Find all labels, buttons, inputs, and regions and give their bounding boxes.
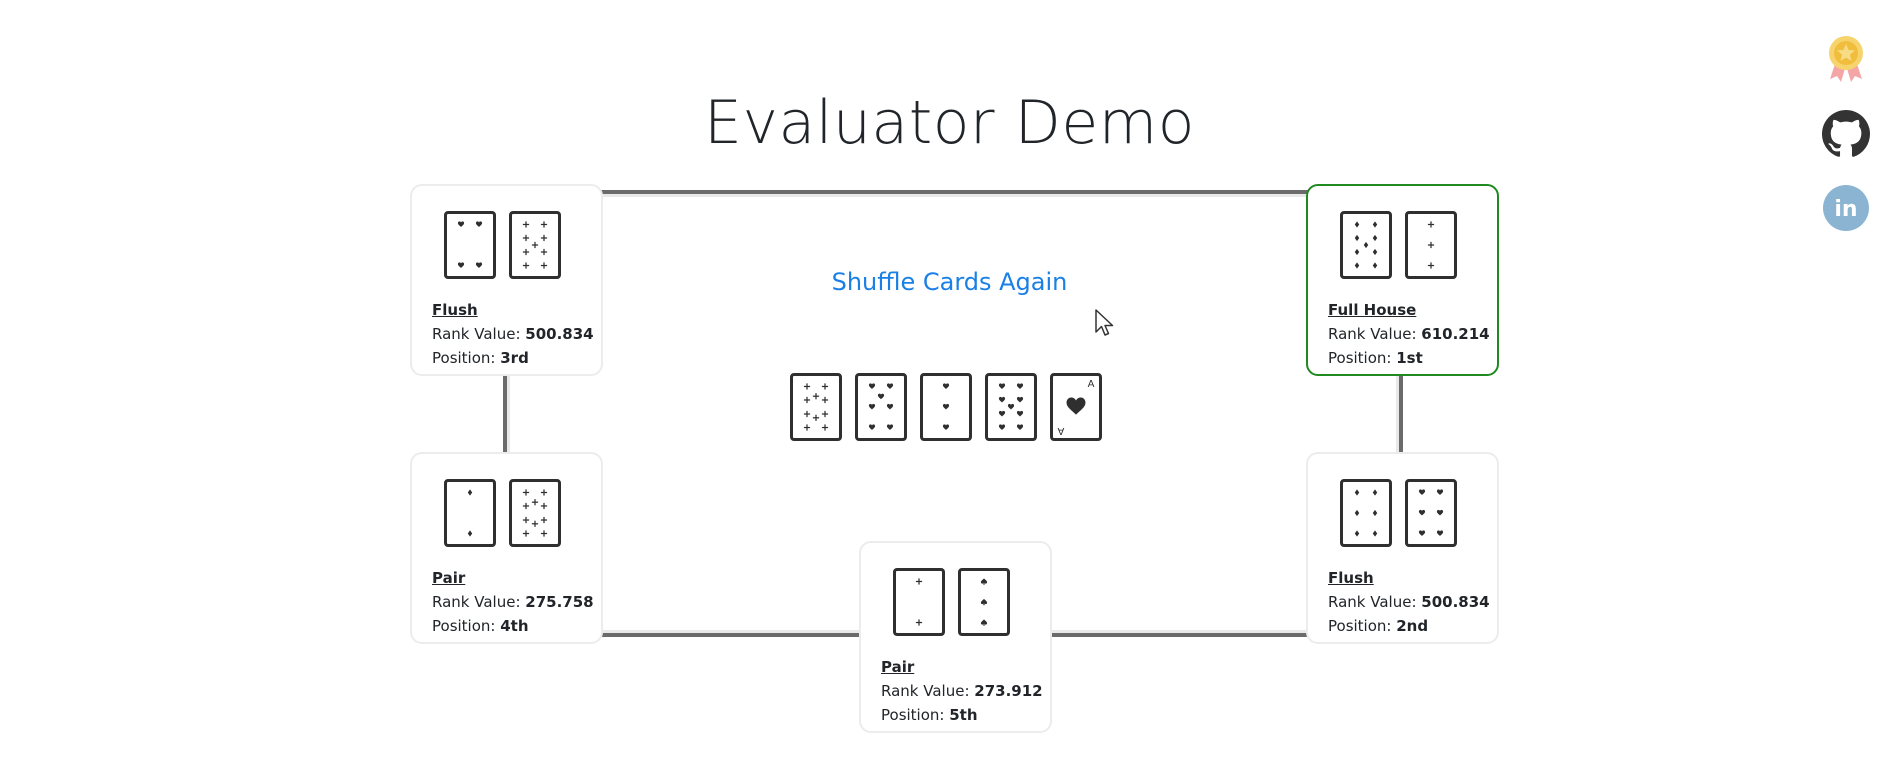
position-line: Position: 5th — [881, 703, 1043, 727]
player-hole-cards — [444, 479, 561, 547]
hole-card-2 — [958, 568, 1010, 636]
position-line: Position: 3rd — [432, 346, 594, 370]
board-card-seven-hearts — [855, 373, 907, 441]
position-label: Position: — [1328, 349, 1392, 367]
hole-card-1 — [1340, 211, 1392, 279]
hole-card-2 — [509, 211, 561, 279]
hand-name: Pair — [881, 658, 915, 676]
position-value: 2nd — [1396, 617, 1429, 635]
hand-name: Flush — [1328, 569, 1374, 587]
position-line: Position: 1st — [1328, 346, 1490, 370]
card-rank-label: A — [1057, 425, 1064, 436]
linkedin-label: in — [1834, 197, 1857, 222]
hole-card-1 — [1340, 479, 1392, 547]
player-hole-cards — [1340, 479, 1457, 547]
position-label: Position: — [432, 617, 496, 635]
player-hole-cards — [893, 568, 1010, 636]
position-label: Position: — [1328, 617, 1392, 635]
player-info: Flush Rank Value: 500.834 Position: 2nd — [1328, 566, 1490, 638]
rank-value: 273.912 — [974, 682, 1043, 700]
board-card-nine-hearts — [985, 373, 1037, 441]
player-hole-cards — [444, 211, 561, 279]
rank-value-line: Rank Value: 273.912 — [881, 679, 1043, 703]
position-line: Position: 4th — [432, 614, 594, 638]
mouse-cursor-icon — [1095, 309, 1114, 336]
player-info: Pair Rank Value: 275.758 Position: 4th — [432, 566, 594, 638]
rank-value: 500.834 — [525, 325, 594, 343]
hole-card-1 — [893, 568, 945, 636]
rank-value-line: Rank Value: 500.834 — [1328, 590, 1490, 614]
player-seat-2: Full House Rank Value: 610.214 Position:… — [1306, 184, 1499, 376]
card-rank-label: A — [1088, 379, 1095, 390]
rank-label: Rank Value: — [432, 593, 521, 611]
position-label: Position: — [432, 349, 496, 367]
hole-card-2 — [509, 479, 561, 547]
rank-value: 500.834 — [1421, 593, 1490, 611]
hole-card-1 — [444, 479, 496, 547]
position-value: 4th — [500, 617, 529, 635]
page-title: Evaluator Demo — [704, 88, 1195, 158]
player-seat-4: Flush Rank Value: 500.834 Position: 2nd — [1306, 452, 1499, 644]
hand-name: Flush — [432, 301, 478, 319]
rank-label: Rank Value: — [881, 682, 970, 700]
player-hole-cards — [1340, 211, 1457, 279]
hole-card-2 — [1405, 479, 1457, 547]
player-info: Full House Rank Value: 610.214 Position:… — [1328, 298, 1490, 370]
rank-label: Rank Value: — [1328, 593, 1417, 611]
player-seat-3: Pair Rank Value: 275.758 Position: 4th — [410, 452, 603, 644]
shuffle-cards-button[interactable]: Shuffle Cards Again — [0, 268, 1899, 296]
position-line: Position: 2nd — [1328, 614, 1490, 638]
rank-label: Rank Value: — [1328, 325, 1417, 343]
linkedin-icon[interactable]: in — [1822, 184, 1870, 232]
player-seat-5: Pair Rank Value: 273.912 Position: 5th — [859, 541, 1052, 733]
rank-value: 610.214 — [1421, 325, 1490, 343]
github-icon[interactable] — [1822, 110, 1870, 158]
player-info: Flush Rank Value: 500.834 Position: 3rd — [432, 298, 594, 370]
board-card-three-hearts — [920, 373, 972, 441]
rank-value: 275.758 — [525, 593, 594, 611]
player-seat-1: Flush Rank Value: 500.834 Position: 3rd — [410, 184, 603, 376]
award-icon[interactable] — [1822, 33, 1870, 83]
board-card-ten-clubs — [790, 373, 842, 441]
position-value: 1st — [1396, 349, 1423, 367]
position-label: Position: — [881, 706, 945, 724]
community-cards: AA — [790, 373, 1102, 441]
rank-label: Rank Value: — [432, 325, 521, 343]
hand-name: Full House — [1328, 301, 1417, 319]
hand-name: Pair — [432, 569, 466, 587]
player-info: Pair Rank Value: 273.912 Position: 5th — [881, 655, 1043, 727]
rank-value-line: Rank Value: 500.834 — [432, 322, 594, 346]
hole-card-1 — [444, 211, 496, 279]
rank-value-line: Rank Value: 610.214 — [1328, 322, 1490, 346]
position-value: 3rd — [500, 349, 529, 367]
hole-card-2 — [1405, 211, 1457, 279]
rank-value-line: Rank Value: 275.758 — [432, 590, 594, 614]
position-value: 5th — [949, 706, 978, 724]
board-card-ace-hearts: AA — [1050, 373, 1102, 441]
